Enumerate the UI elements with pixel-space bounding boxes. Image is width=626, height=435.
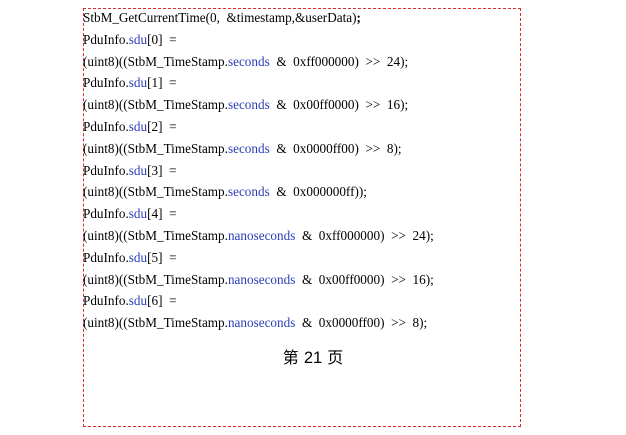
code-text: [2] =	[147, 118, 177, 134]
code-field: sdu	[128, 162, 148, 178]
code-text: [5] =	[147, 249, 177, 265]
code-text: (uint8)((StbM_TimeStamp.	[83, 271, 228, 287]
code-text: PduInfo.	[83, 118, 129, 134]
code-text: PduInfo.	[83, 31, 129, 47]
code-text: PduInfo.	[83, 162, 129, 178]
code-text: [0] =	[147, 31, 177, 47]
code-field: seconds	[227, 140, 270, 156]
code-field: sdu	[128, 293, 148, 309]
code-field: seconds	[227, 184, 270, 200]
code-text: PduInfo.	[83, 249, 129, 265]
code-text: & 0xff000000) >> 24);	[295, 227, 434, 243]
code-field: nanoseconds	[227, 227, 296, 243]
code-line: (uint8)((StbM_TimeStamp.nanoseconds & 0x…	[83, 312, 523, 334]
code-line: PduInfo.sdu[1] =	[83, 72, 523, 94]
code-text: [1] =	[147, 75, 177, 91]
code-field: seconds	[227, 97, 270, 113]
code-text: (uint8)((StbM_TimeStamp.	[83, 97, 228, 113]
code-field: sdu	[128, 206, 148, 222]
code-line: PduInfo.sdu[4] =	[83, 203, 523, 225]
code-text: (uint8)((StbM_TimeStamp.	[83, 53, 228, 69]
code-line: (uint8)((StbM_TimeStamp.seconds & 0xff00…	[83, 51, 523, 73]
code-text: PduInfo.	[83, 206, 129, 222]
code-field: seconds	[227, 53, 270, 69]
code-line: (uint8)((StbM_TimeStamp.seconds & 0x00ff…	[83, 94, 523, 116]
code-field: nanoseconds	[227, 315, 296, 331]
code-text: PduInfo.	[83, 75, 129, 91]
code-line: (uint8)((StbM_TimeStamp.nanoseconds & 0x…	[83, 225, 523, 247]
code-text: PduInfo.	[83, 293, 129, 309]
code-semicolon: ;	[356, 10, 361, 25]
code-text: & 0x0000ff00) >> 8);	[269, 140, 402, 156]
page-number: 21	[303, 349, 323, 367]
code-text: & 0x000000ff));	[269, 184, 367, 200]
code-text: & 0xff000000) >> 24);	[269, 53, 409, 69]
code-field: sdu	[128, 118, 148, 134]
code-line: PduInfo.sdu[6] =	[83, 290, 523, 312]
code-text: StbM_GetCurrentTime(0, &timestamp,&userD…	[83, 10, 357, 25]
code-line: PduInfo.sdu[0] =	[83, 29, 523, 51]
code-text: (uint8)((StbM_TimeStamp.	[83, 315, 228, 331]
code-block: StbM_GetCurrentTime(0, &timestamp,&userD…	[83, 7, 523, 334]
code-text: (uint8)((StbM_TimeStamp.	[83, 227, 228, 243]
code-line: (uint8)((StbM_TimeStamp.seconds & 0x0000…	[83, 138, 523, 160]
code-text: & 0x0000ff00) >> 8);	[295, 315, 428, 331]
code-line: (uint8)((StbM_TimeStamp.nanoseconds & 0x…	[83, 269, 523, 291]
page-number-footer: 第 21 页	[0, 345, 626, 371]
code-field: sdu	[128, 249, 148, 265]
code-line: (uint8)((StbM_TimeStamp.seconds & 0x0000…	[83, 181, 523, 203]
code-field: sdu	[128, 31, 148, 47]
code-text: [6] =	[147, 293, 177, 309]
code-text: & 0x00ff0000) >> 16);	[295, 271, 434, 287]
code-text: [3] =	[147, 162, 177, 178]
code-line: PduInfo.sdu[5] =	[83, 247, 523, 269]
code-text: [4] =	[147, 206, 177, 222]
code-text: (uint8)((StbM_TimeStamp.	[83, 184, 228, 200]
document-page: StbM_GetCurrentTime(0, &timestamp,&userD…	[0, 0, 626, 435]
code-line: StbM_GetCurrentTime(0, &timestamp,&userD…	[83, 7, 523, 29]
code-text: (uint8)((StbM_TimeStamp.	[83, 140, 228, 156]
code-text: & 0x00ff0000) >> 16);	[269, 97, 409, 113]
page-suffix: 页	[322, 348, 344, 367]
code-field: sdu	[128, 75, 148, 91]
code-line: PduInfo.sdu[3] =	[83, 160, 523, 182]
code-field: nanoseconds	[227, 271, 296, 287]
code-line: PduInfo.sdu[2] =	[83, 116, 523, 138]
page-prefix: 第	[282, 348, 304, 367]
